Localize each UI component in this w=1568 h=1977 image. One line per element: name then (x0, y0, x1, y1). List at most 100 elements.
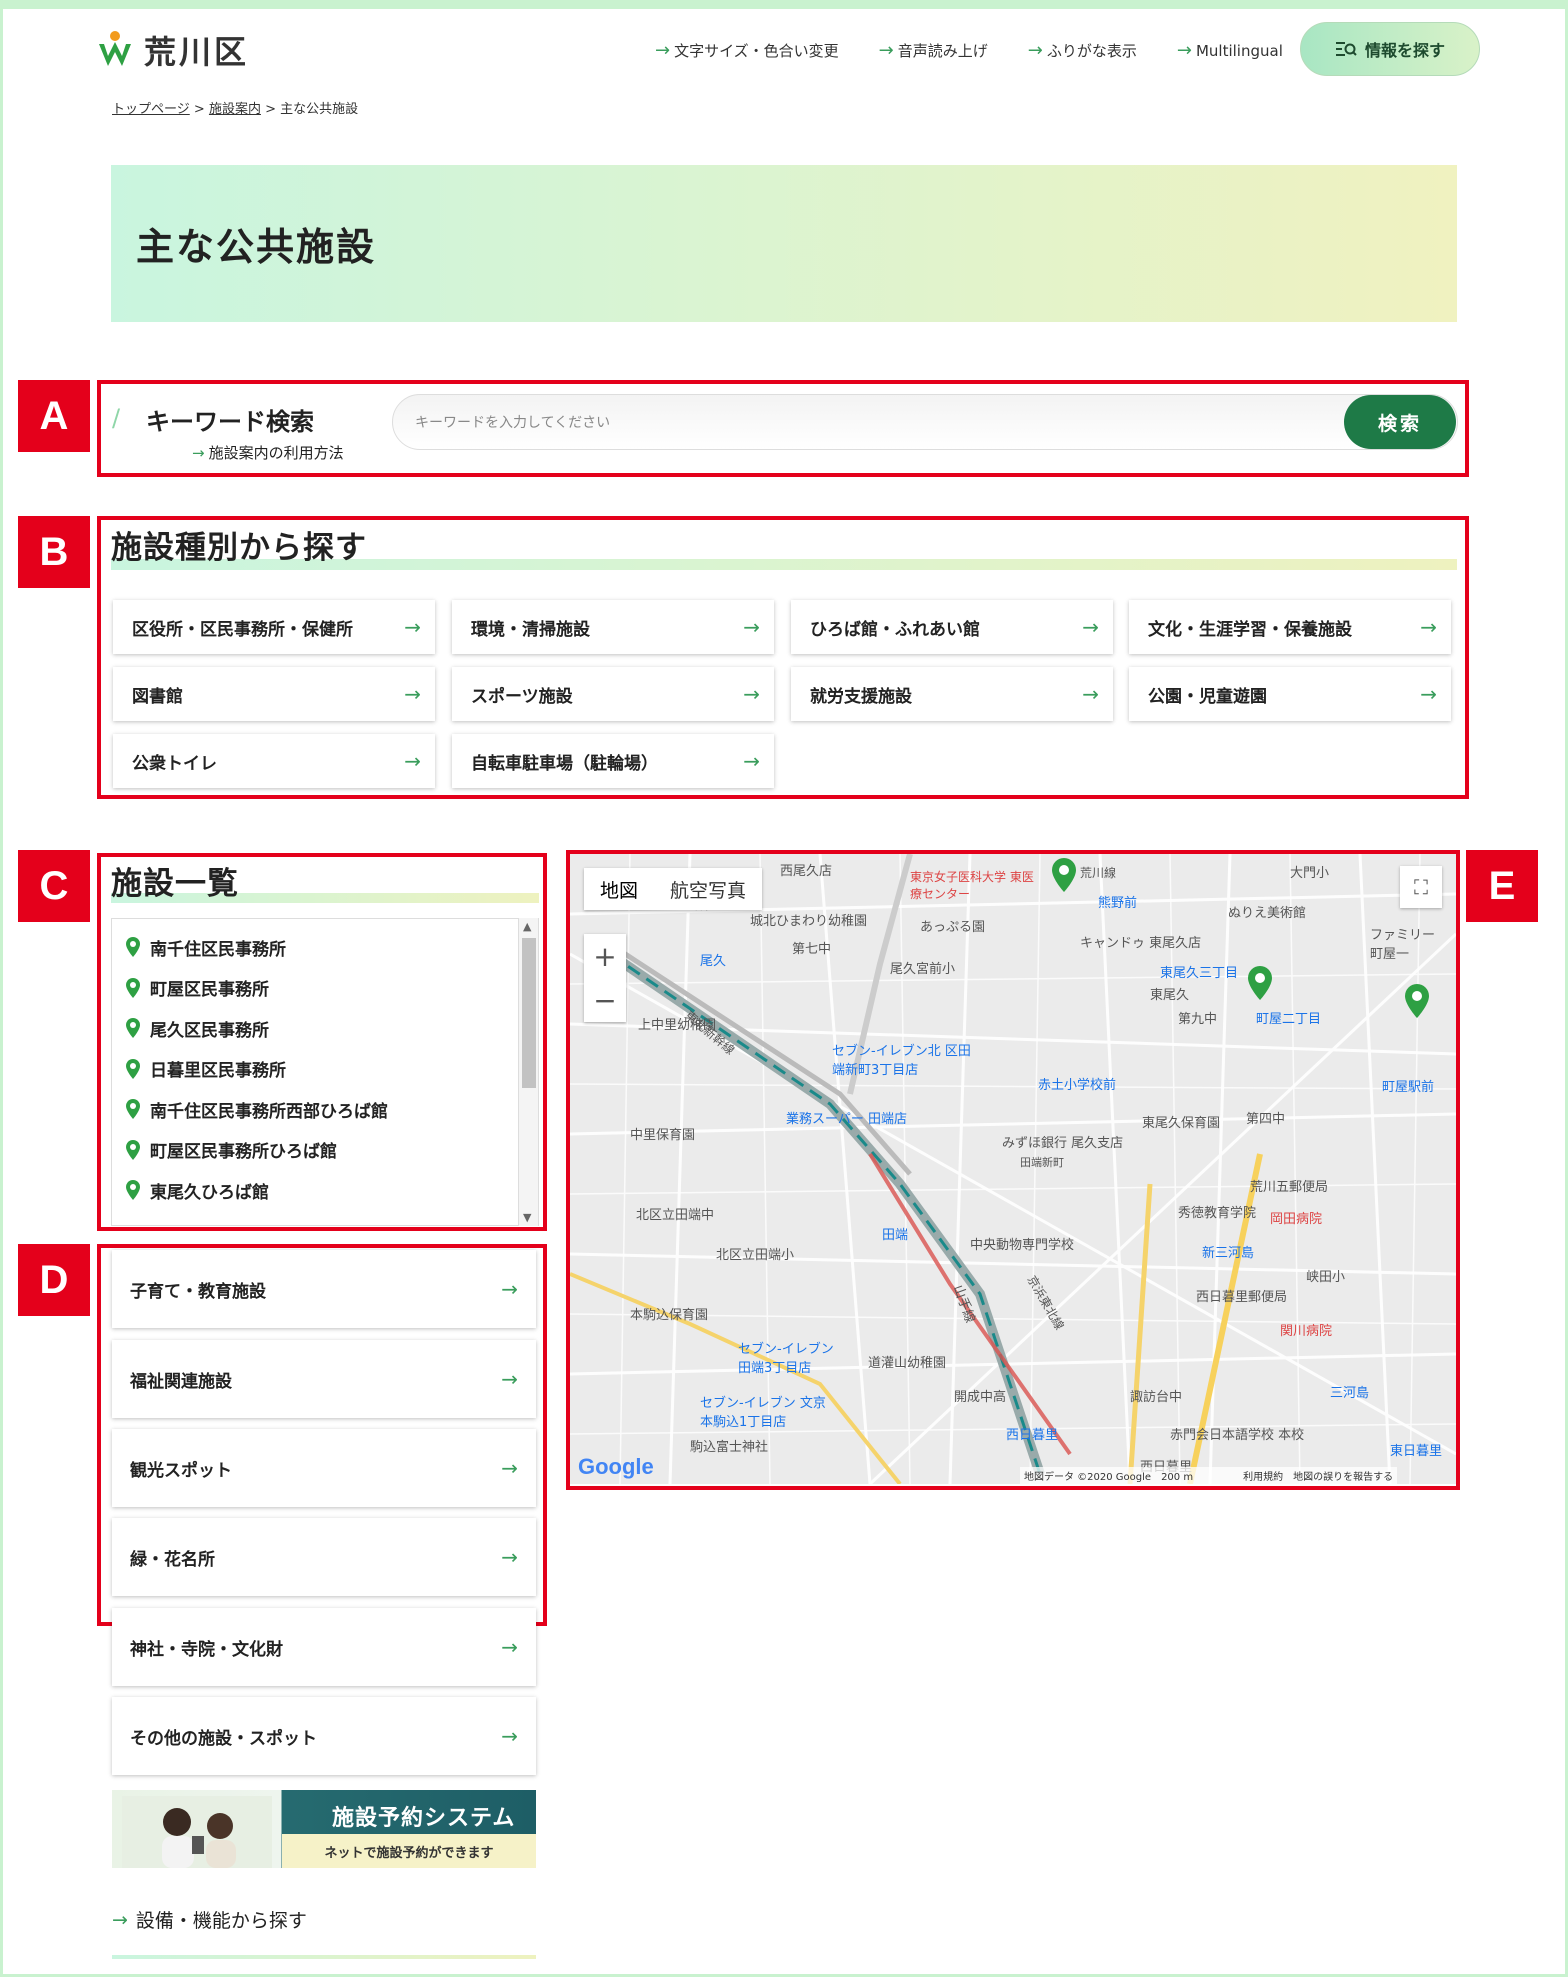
find-info-button[interactable]: 情報を探す (1300, 22, 1480, 76)
fullscreen-icon[interactable]: ⛶ (1400, 866, 1442, 908)
features-link[interactable]: → 設備・機能から探す (112, 1906, 307, 1933)
map-pin-icon (126, 937, 140, 958)
arrow-right-icon: → (501, 1635, 518, 1659)
map-label: 尾久 (700, 954, 727, 969)
map-label: 北区立田端小 (716, 1248, 795, 1263)
arrow-right-icon: → (404, 682, 421, 706)
map-label: キャンドゥ 東尾久店 (1080, 936, 1202, 951)
facility-name: 町屋区民事務所 (150, 980, 269, 1001)
facility-list[interactable]: 南千住区民事務所 町屋区民事務所 尾久区民事務所 日暮里区民事務所 南千住区民事… (111, 918, 539, 1226)
map-label: 関川病院 (1280, 1324, 1333, 1339)
reservation-banner[interactable]: 施設予約システム → ネットで施設予約ができます (112, 1790, 536, 1868)
breadcrumb-home[interactable]: トップページ (112, 102, 190, 117)
util-link-text-size[interactable]: → 文字サイズ・色合い変更 (655, 40, 839, 61)
arrow-right-icon: → (1420, 682, 1437, 706)
facility-list-item[interactable]: 東尾久ひろば館 (112, 1170, 538, 1211)
facility-list-item[interactable]: 南千住区民事務所西部ひろば館 (112, 1089, 538, 1130)
side-link-childcare[interactable]: 子育て・教育施設 → (112, 1250, 536, 1328)
keyword-search-input[interactable]: キーワードを入力してください (392, 394, 1458, 450)
map-label: 三河島 (1330, 1386, 1370, 1401)
facility-list-item[interactable]: 町屋区民事務所ひろば館 (112, 1130, 538, 1171)
breadcrumb-sep: > (265, 102, 276, 117)
search-list-icon (1335, 42, 1357, 56)
facility-list-item[interactable]: 尾久区民事務所 (112, 1008, 538, 1049)
arrow-right-icon: → (501, 1367, 518, 1391)
map-label: 西日暮里郵便局 (1196, 1290, 1288, 1305)
arrow-right-icon: → (501, 1724, 518, 1748)
side-link-label: その他の施設・スポット (130, 1728, 317, 1749)
map-attribution[interactable]: 地図データ ©2020 Google 200 m 利用規約 地図の誤りを報告する (1020, 1467, 1398, 1484)
map-label: あっぷる園 (920, 920, 986, 935)
facility-name: 東尾久ひろば館 (150, 1182, 269, 1203)
side-link-flowers[interactable]: 緑・花名所 → (112, 1518, 536, 1596)
facility-list-item[interactable]: 町屋区民事務所 (112, 968, 538, 1009)
category-item-parks[interactable]: 公園・児童遊園 → (1129, 667, 1451, 721)
map-pin-icon (126, 1099, 140, 1120)
util-link-furigana[interactable]: → ふりがな表示 (1028, 40, 1137, 61)
map-label: 大門小 (1290, 866, 1330, 881)
banner-subtitle: ネットで施設予約ができます (282, 1834, 536, 1868)
arrow-right-icon: → (501, 1456, 518, 1480)
map-label: 中里保育園 (630, 1128, 696, 1143)
annotation-tag-b: B (18, 516, 90, 588)
side-link-other[interactable]: その他の施設・スポット → (112, 1697, 536, 1775)
map-tab-satellite[interactable]: 航空写真 (654, 868, 762, 910)
facility-name: 日暮里区民事務所 (150, 1061, 286, 1082)
category-label: 公園・児童遊園 (1148, 686, 1267, 707)
util-link-read-aloud[interactable]: → 音声読み上げ (879, 40, 988, 61)
category-item-sports[interactable]: スポーツ施設 → (452, 667, 774, 721)
facility-map[interactable]: 西尾久店 東京女子医科大学 東医療センター 熊野前 大門小 ぬりえ美術館 ファミ… (570, 854, 1456, 1484)
facility-list-item[interactable]: 日暮里区民事務所 (112, 1049, 538, 1090)
category-label: 就労支援施設 (810, 686, 912, 707)
category-item-environment[interactable]: 環境・清掃施設 → (452, 600, 774, 654)
zoom-out-button[interactable]: − (593, 984, 616, 1017)
category-item-culture[interactable]: 文化・生涯学習・保養施設 → (1129, 600, 1451, 654)
facility-list-scrollbar[interactable]: ▲ ▼ (518, 918, 538, 1226)
category-item-bicycle-parking[interactable]: 自転車駐車場（駐輪場） → (452, 734, 774, 788)
side-link-sightseeing[interactable]: 観光スポット → (112, 1429, 536, 1507)
category-heading: 施設種別から探す (111, 522, 1457, 570)
map-label: ぬりえ美術館 (1228, 906, 1307, 921)
category-item-toilet[interactable]: 公衆トイレ → (113, 734, 435, 788)
side-link-shrines[interactable]: 神社・寺院・文化財 → (112, 1608, 536, 1686)
breadcrumb-sep: > (193, 102, 205, 117)
facility-name: 尾久区民事務所 (150, 1020, 269, 1041)
banner-title-text: 施設予約システム (332, 1806, 516, 1831)
map-label: 町屋駅前 (1382, 1080, 1435, 1095)
annotation-tag-d: D (18, 1244, 90, 1316)
keyword-search-button[interactable]: 検索 (1344, 395, 1456, 449)
map-label: 岡田病院 (1270, 1212, 1323, 1227)
category-item-ward-office[interactable]: 区役所・区民事務所・保健所 → (113, 600, 435, 654)
scrollbar-thumb[interactable] (522, 938, 536, 1088)
category-label: 区役所・区民事務所・保健所 (132, 619, 353, 640)
breadcrumb-facilities[interactable]: 施設案内 (209, 102, 261, 117)
map-label: 赤土小学校前 (1038, 1078, 1117, 1093)
map-label: ファミリー 町屋一 (1370, 928, 1436, 962)
category-label: 公衆トイレ (132, 753, 217, 774)
map-pin-icon (126, 1018, 140, 1039)
site-logo[interactable]: 荒川区 (96, 28, 249, 72)
util-label: ふりがな表示 (1046, 42, 1137, 60)
side-link-welfare[interactable]: 福祉関連施設 → (112, 1340, 536, 1418)
map-label: 本駒込保育園 (630, 1308, 709, 1323)
category-item-hiroba[interactable]: ひろば館・ふれあい館 → (791, 600, 1113, 654)
map-label: 道灌山幼稚園 (868, 1356, 947, 1371)
category-label: 環境・清掃施設 (471, 619, 590, 640)
page-hero: 主な公共施設 (111, 165, 1457, 322)
scroll-up-icon[interactable]: ▲ (523, 920, 531, 933)
google-logo: Google (578, 1454, 654, 1479)
map-pin-icon (126, 977, 140, 998)
keyword-help-link[interactable]: → 施設案内の利用方法 (192, 442, 344, 463)
scroll-down-icon[interactable]: ▼ (523, 1211, 531, 1224)
map-label: 第七中 (792, 942, 832, 957)
map-label: 城北ひまわり幼稚園 (750, 914, 868, 929)
map-label: 業務スーパー 田端店 (786, 1112, 908, 1127)
util-link-multilingual[interactable]: → Multilingual (1177, 40, 1283, 61)
category-item-employment[interactable]: 就労支援施設 → (791, 667, 1113, 721)
arrow-right-icon: → (743, 682, 760, 706)
category-item-library[interactable]: 図書館 → (113, 667, 435, 721)
zoom-in-button[interactable]: + (593, 940, 616, 973)
map-label: 熊野前 (1098, 896, 1138, 911)
map-tab-map[interactable]: 地図 (584, 868, 654, 910)
facility-list-item[interactable]: 南千住区民事務所 (112, 927, 538, 968)
